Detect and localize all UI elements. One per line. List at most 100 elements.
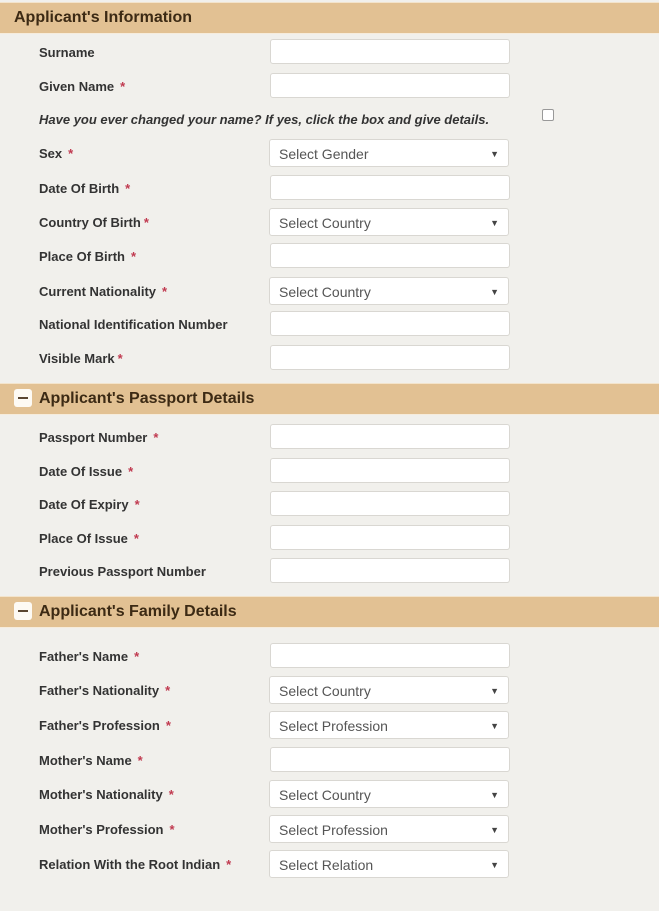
required-marker: * [133,531,139,546]
date-of-expiry-input[interactable] [270,491,510,516]
section-header-applicant-information: Applicant's Information [0,2,659,34]
chevron-down-icon: ▼ [490,790,499,800]
label-country-of-birth: Country Of Birth * [39,215,149,230]
label-fathers-nationality: Father's Nationality * [39,683,170,698]
label-text: National Identification Number [39,317,228,332]
required-marker: * [125,181,131,196]
date-of-issue-input[interactable] [270,458,510,483]
current-nationality-select[interactable]: Select Country ▼ [269,277,509,305]
select-placeholder: Select Country [279,284,371,300]
required-marker: * [165,718,171,733]
section-header-family-details: Applicant's Family Details [0,596,659,628]
chevron-down-icon: ▼ [490,218,499,228]
country-of-birth-select[interactable]: Select Country ▼ [269,208,509,236]
label-date-of-birth: Date Of Birth * [39,181,130,196]
label-text: Mother's Name [39,753,132,768]
required-marker: * [130,249,137,264]
label-given-name: Given Name * [39,79,125,94]
required-marker: * [137,753,143,768]
chevron-down-icon: ▼ [490,686,499,696]
label-text: Place Of Issue [39,531,128,546]
mothers-profession-select[interactable]: Select Profession ▼ [269,815,509,843]
label-text: Place Of Birth [39,249,125,264]
required-marker: * [153,430,159,445]
chevron-down-icon: ▼ [490,721,499,731]
label-passport-number: Passport Number * [39,430,158,445]
previous-passport-number-input[interactable] [270,558,510,583]
required-marker: * [168,787,174,802]
label-mothers-nationality: Mother's Nationality * [39,787,174,802]
required-marker: * [134,497,140,512]
label-text: Father's Name [39,649,129,664]
label-place-of-birth: Place Of Birth * [39,249,136,264]
label-text: Father's Profession [39,718,160,733]
passport-number-input[interactable] [270,424,510,449]
place-of-issue-input[interactable] [270,525,510,550]
required-marker: * [162,284,168,299]
required-marker: * [128,464,134,479]
required-marker: * [143,215,149,230]
visible-mark-input[interactable] [270,345,510,370]
label-text: Sex [39,146,63,161]
collapse-minus-icon[interactable] [14,602,32,620]
label-mothers-profession: Mother's Profession * [39,822,175,837]
label-sex: Sex * [39,146,73,161]
section-header-passport-details: Applicant's Passport Details [0,383,659,415]
section-title: Applicant's Information [14,9,193,26]
label-text: Passport Number [39,430,148,445]
given-name-input[interactable] [270,73,510,98]
label-text: Previous Passport Number [39,564,206,579]
label-text: Visible Mark [39,351,115,366]
chevron-down-icon: ▼ [490,149,499,159]
label-date-of-expiry: Date Of Expiry * [39,497,140,512]
fathers-profession-select[interactable]: Select Profession ▼ [269,711,509,739]
name-changed-checkbox[interactable] [542,109,554,121]
label-text: Father's Nationality [39,683,160,698]
national-id-input[interactable] [270,311,510,336]
label-surname: Surname [39,45,95,60]
label-national-id: National Identification Number [39,317,228,332]
label-visible-mark: Visible Mark * [39,351,123,366]
fathers-nationality-select[interactable]: Select Country ▼ [269,676,509,704]
chevron-down-icon: ▼ [490,287,499,297]
label-place-of-issue: Place Of Issue * [39,531,139,546]
required-marker: * [226,857,232,872]
label-fathers-name: Father's Name * [39,649,139,664]
label-previous-passport-number: Previous Passport Number [39,564,206,579]
required-marker: * [134,649,140,664]
label-text: Date Of Issue [39,464,123,479]
label-mothers-name: Mother's Name * [39,753,143,768]
label-text: Mother's Nationality [39,787,163,802]
label-text: Mother's Profession [39,822,164,837]
select-placeholder: Select Profession [279,822,388,838]
label-current-nationality: Current Nationality * [39,284,167,299]
select-placeholder: Select Profession [279,718,388,734]
section-title: Applicant's Passport Details [39,390,255,407]
mothers-nationality-select[interactable]: Select Country ▼ [269,780,509,808]
place-of-birth-input[interactable] [270,243,510,268]
required-marker: * [117,351,123,366]
label-text: Given Name [39,79,115,94]
select-placeholder: Select Relation [279,857,374,873]
select-placeholder: Select Country [279,215,371,231]
label-text: Date Of Expiry [39,497,129,512]
surname-input[interactable] [270,39,510,64]
label-text: Surname [39,45,95,60]
relation-select[interactable]: Select Relation ▼ [269,850,509,878]
gender-select[interactable]: Select Gender ▼ [269,139,509,167]
required-marker: * [169,822,175,837]
select-placeholder: Select Country [279,787,371,803]
date-of-birth-input[interactable] [270,175,510,200]
label-text: Current Nationality [39,284,157,299]
mothers-name-input[interactable] [270,747,510,772]
select-placeholder: Select Country [279,683,371,699]
label-text: Relation With the Root Indian [39,857,221,872]
chevron-down-icon: ▼ [490,860,499,870]
section-title: Applicant's Family Details [39,603,237,620]
required-marker: * [68,146,74,161]
label-date-of-issue: Date Of Issue * [39,464,133,479]
label-text: Country Of Birth [39,215,141,230]
fathers-name-input[interactable] [270,643,510,668]
name-change-note: Have you ever changed your name? If yes,… [39,112,490,127]
collapse-minus-icon[interactable] [14,389,32,407]
